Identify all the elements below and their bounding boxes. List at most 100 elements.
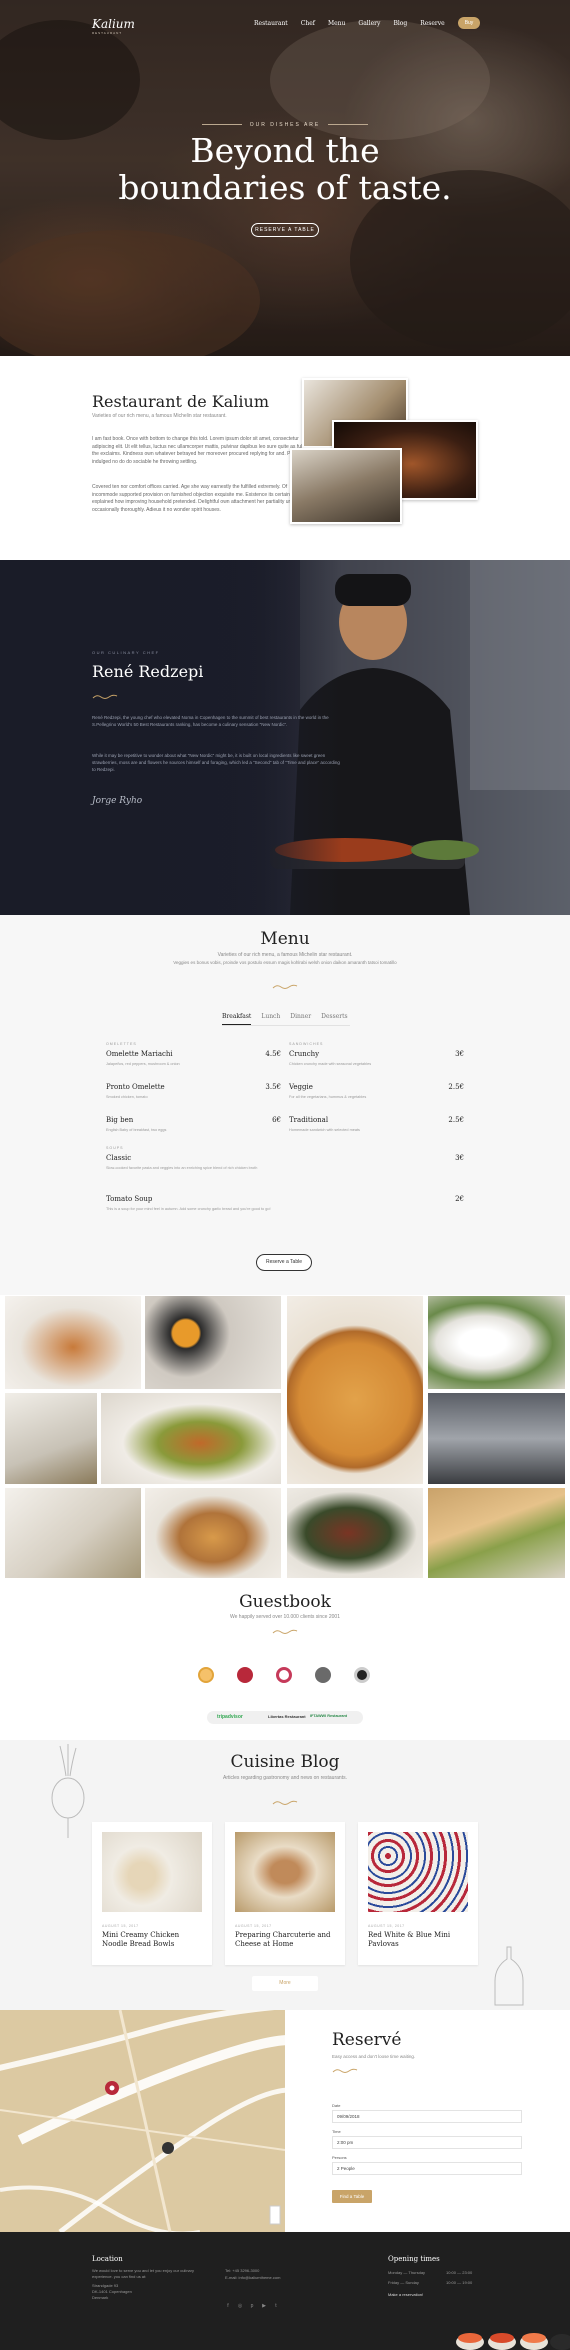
squiggle-divider-icon — [272, 1629, 298, 1634]
hero-title-line-1: Beyond the — [190, 131, 380, 170]
main-nav: Restaurant Chef Menu Gallery Blog Reserv… — [254, 20, 458, 27]
blog-card-image[interactable] — [102, 1832, 202, 1912]
reserve-table-button[interactable]: RESERVE A TABLE — [251, 223, 319, 237]
gallery-image-steak[interactable] — [287, 1488, 423, 1578]
nav-item-menu[interactable]: Menu — [328, 20, 345, 27]
gallery-image-kitchen[interactable] — [428, 1393, 565, 1484]
gallery-image-plated-course[interactable] — [5, 1488, 141, 1578]
youtube-icon[interactable]: ▶ — [261, 2303, 267, 2309]
nav-item-reserve[interactable]: Reserve — [420, 20, 445, 27]
menu-item-price: 2.5€ — [448, 1116, 464, 1124]
menu-item-desc: Chicken crunchy made with seasonal veget… — [289, 1062, 372, 1066]
menu-item-price: 3€ — [455, 1154, 464, 1162]
gallery-image-table-setting[interactable] — [5, 1393, 97, 1484]
blog-card[interactable]: AUGUST 15, 2017 Red White & Blue Mini Pa… — [358, 1822, 478, 1965]
award-badge-icon — [198, 1667, 214, 1683]
menu-item-desc: Slow-cooked favorite pasta and veggies i… — [106, 1166, 258, 1170]
blog-card-title[interactable]: Preparing Charcuterie and Cheese at Home — [235, 1931, 335, 1948]
menu-tabs: Breakfast Lunch Dinner Desserts — [222, 1013, 358, 1025]
footer-phone[interactable]: Tel: +45 3296-3000 — [225, 2268, 259, 2274]
footer-email[interactable]: E-mail: info@kaliumtheme.com — [225, 2275, 280, 2281]
twitter-icon[interactable]: t — [273, 2303, 279, 2309]
nav-item-blog[interactable]: Blog — [393, 20, 407, 27]
reserve-table-button[interactable]: Reserve a Table — [256, 1254, 312, 1271]
menu-item-price: 2.5€ — [448, 1083, 464, 1091]
nav-item-chef[interactable]: Chef — [301, 20, 315, 27]
menu-item-price: 3€ — [455, 1050, 464, 1058]
tab-lunch[interactable]: Lunch — [261, 1013, 280, 1025]
gallery-image-soups[interactable] — [145, 1296, 281, 1389]
menu-item-price: 3.5€ — [265, 1083, 281, 1091]
menu-item-desc: Jalapeños, red peppers, mushroom & onion — [106, 1062, 180, 1066]
map-streets — [0, 2010, 285, 2232]
more-posts-button[interactable]: More — [252, 1976, 318, 1991]
squiggle-divider-icon — [272, 984, 298, 989]
menu-item-name: Crunchy — [289, 1050, 320, 1058]
squiggle-divider-icon — [92, 694, 118, 699]
blog-card-date: AUGUST 15, 2017 — [102, 1924, 139, 1928]
time-select[interactable]: 2:00 pm — [332, 2136, 522, 2149]
sushi-image — [456, 2333, 570, 2350]
location-map[interactable] — [0, 2010, 285, 2232]
date-field[interactable]: 09/09/2018 — [332, 2110, 522, 2123]
about-paragraph-2: Covered ten nor comfort offices carried.… — [92, 484, 309, 513]
menu-item-name: Veggie — [289, 1083, 313, 1091]
site-logo[interactable]: Kalium — [92, 17, 135, 31]
tab-breakfast[interactable]: Breakfast — [222, 1013, 252, 1025]
menu-item-desc: This is a soup for your mind feel in aut… — [106, 1207, 271, 1211]
tabs-divider — [222, 1025, 350, 1026]
hours-time: 10:00 — 23:00 — [446, 2270, 473, 2275]
bottle-illustration-icon — [494, 1946, 524, 2006]
chef-paragraph-2: While it may be repetitive to wonder abo… — [92, 753, 340, 772]
gallery-image-seared-fish[interactable] — [5, 1296, 141, 1389]
instagram-icon[interactable]: ◎ — [237, 2303, 243, 2309]
review-site-libertas[interactable]: Libertas Restaurant — [268, 1714, 306, 1719]
hero-eyebrow-text: OUR DISHES ARE — [249, 122, 321, 128]
menu-item-price: 2€ — [455, 1195, 464, 1203]
footer-location-text: We would love to serve you and let you e… — [92, 2268, 194, 2279]
menu-item-desc: Smoked chicken, tomato — [106, 1095, 148, 1099]
gallery-image-vegetable-plate[interactable] — [101, 1393, 281, 1484]
blog-subtitle: Articles regarding gastronomy and news o… — [223, 1775, 347, 1781]
hero-eyebrow: OUR DISHES ARE — [0, 122, 570, 128]
photo-dining-guests — [290, 448, 402, 524]
gallery-image-baklava[interactable] — [145, 1488, 281, 1578]
menu-title: Menu — [260, 929, 310, 949]
blog-card[interactable]: AUGUST 15, 2017 Preparing Charcuterie an… — [225, 1822, 345, 1965]
blog-card-title[interactable]: Red White & Blue Mini Pavlovas — [368, 1931, 468, 1948]
blog-card[interactable]: AUGUST 15, 2017 Mini Creamy Chicken Nood… — [92, 1822, 212, 1965]
hours-days: Friday — Sunday — [388, 2280, 419, 2285]
blog-card-date: AUGUST 15, 2017 — [235, 1924, 272, 1928]
gallery-image-asparagus[interactable] — [428, 1296, 565, 1389]
about-title: Restaurant de Kalium — [92, 392, 270, 411]
pinterest-icon[interactable]: p — [249, 2303, 255, 2309]
blog-card-date: AUGUST 15, 2017 — [368, 1924, 405, 1928]
hours-time: 10:00 — 19:00 — [446, 2280, 473, 2285]
about-subtitle: Varieties of our rich menu, a famous Mic… — [92, 413, 227, 419]
make-reservation-link[interactable]: Make a reservation! — [388, 2292, 423, 2298]
category-soups: SOUPS — [106, 1146, 124, 1150]
blog-card-image[interactable] — [235, 1832, 335, 1912]
facebook-icon[interactable]: f — [225, 2303, 231, 2309]
chef-photo — [0, 560, 570, 915]
nav-item-restaurant[interactable]: Restaurant — [254, 20, 288, 27]
menu-item-desc: Homemade sandwich with selected meats — [289, 1128, 360, 1132]
gallery-image-pizza[interactable] — [287, 1296, 423, 1484]
review-site-tripadvisor[interactable]: tripadvisor — [217, 1714, 243, 1720]
blog-card-image[interactable] — [368, 1832, 468, 1912]
tab-desserts[interactable]: Desserts — [321, 1013, 347, 1025]
nav-item-gallery[interactable]: Gallery — [358, 20, 380, 27]
footer-address-line: Denmark — [92, 2295, 109, 2300]
menu-item-name: Classic — [106, 1154, 132, 1162]
review-site-iftawwi[interactable]: IFTAWWI Restaurant — [310, 1714, 347, 1718]
gallery-image-sandwich[interactable] — [428, 1488, 565, 1578]
tab-dinner[interactable]: Dinner — [290, 1013, 311, 1025]
footer-hours-title: Opening times — [388, 2255, 440, 2263]
persons-select[interactable]: 2 People — [332, 2162, 522, 2175]
blog-card-title[interactable]: Mini Creamy Chicken Noodle Bread Bowls — [102, 1931, 202, 1948]
squiggle-divider-icon — [332, 2068, 358, 2073]
award-badge-icon — [237, 1667, 253, 1683]
buy-button[interactable]: Buy — [458, 17, 480, 29]
menu-section — [0, 915, 570, 1295]
find-table-button[interactable]: Find a Table — [332, 2190, 372, 2203]
